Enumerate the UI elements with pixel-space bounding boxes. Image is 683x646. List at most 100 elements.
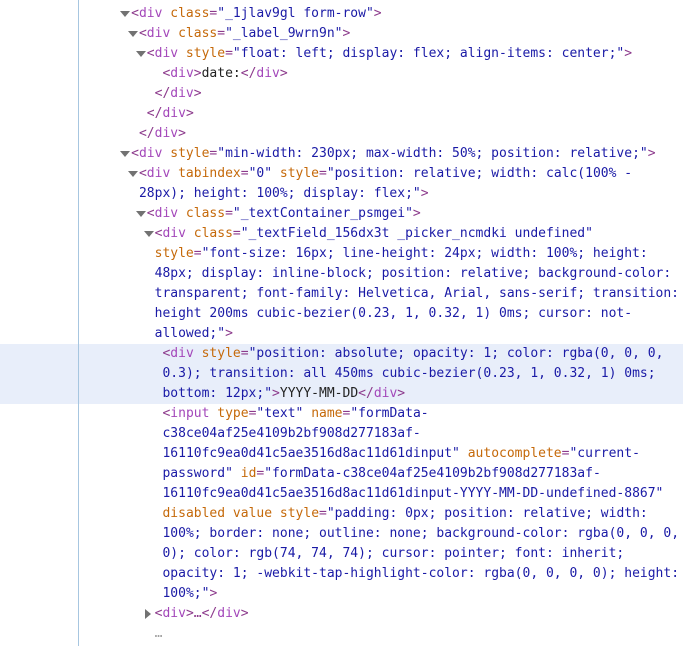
dom-node-row[interactable]: <div class="_1jlav9gl form-row"> — [0, 4, 683, 24]
chevron-down-icon[interactable] — [135, 209, 146, 219]
token-punct: = — [240, 166, 249, 181]
token-attr: tabindex — [170, 166, 241, 181]
token-punct: </ — [138, 126, 155, 141]
token-value: "min-width: 230px; max-width: 50%; posit… — [217, 146, 648, 161]
dom-node-markup: <input type="text" name="formData-c38ce0… — [162, 404, 681, 604]
dom-node-markup: </div> — [139, 124, 681, 144]
token-punct: > — [373, 6, 382, 21]
chevron-down-icon[interactable] — [127, 29, 138, 39]
token-attr: style — [178, 46, 226, 61]
token-punct: < — [131, 6, 139, 21]
token-punct: > — [397, 386, 406, 401]
token-punct: = — [225, 46, 233, 61]
dom-node-row[interactable]: … — [0, 624, 683, 644]
token-tag: div — [138, 6, 163, 21]
token-punct: > — [193, 66, 202, 81]
dom-node-row[interactable]: <div style="float: left; display: flex; … — [0, 44, 683, 64]
dom-node-row[interactable]: </div> — [0, 84, 683, 104]
token-tag: div — [154, 46, 179, 61]
token-tag: div — [146, 166, 171, 181]
token-tag: div — [170, 66, 194, 81]
dom-node-markup: <div class="_1jlav9gl form-row"> — [120, 4, 681, 24]
token-punct: </ — [146, 106, 163, 121]
token-punct: > — [272, 386, 280, 401]
token-punct: > — [225, 326, 233, 341]
token-punct: > — [185, 106, 194, 121]
dom-node-row[interactable]: <div tabindex="0" style="position: relat… — [0, 164, 683, 204]
token-tag: div — [162, 226, 186, 241]
token-text: YYYY-MM-DD — [279, 386, 359, 401]
dom-node-markup: </div> — [147, 104, 681, 124]
token-attr: style — [272, 506, 320, 521]
dom-node-markup: <div tabindex="0" style="position: relat… — [127, 164, 681, 204]
token-punct: < — [146, 206, 155, 221]
token-punct: = — [217, 26, 226, 41]
dom-node-row[interactable]: <div>date:</div> — [0, 64, 683, 84]
token-tag: div — [256, 66, 280, 81]
token-punct: > — [342, 26, 351, 41]
dom-node-row[interactable]: <div>…</div> — [0, 604, 683, 624]
token-value: "text" — [256, 406, 304, 421]
token-punct: > — [647, 146, 656, 161]
token-attr: class — [178, 206, 226, 221]
token-punct: > — [412, 206, 421, 221]
token-punct: </ — [358, 386, 374, 401]
token-tag: div — [373, 386, 398, 401]
token-value: "float: left; display: flex; align-items… — [232, 46, 625, 61]
token-punct: > — [209, 586, 218, 601]
token-text: date: — [201, 66, 241, 81]
chevron-down-icon[interactable] — [143, 229, 154, 239]
dom-node-row[interactable]: <div style="position: absolute; opacity:… — [0, 344, 683, 404]
dom-node-list: <div class="_1jlav9gl form-row"> <div cla… — [0, 0, 683, 644]
token-attr: type — [209, 406, 249, 421]
token-punct: > — [178, 126, 186, 141]
token-tag: div — [138, 146, 163, 161]
token-tag: div — [217, 606, 241, 621]
dom-node-markup: <div style="float: left; display: flex; … — [135, 44, 681, 64]
token-punct: < — [131, 146, 139, 161]
dom-node-markup: <div class="_textField_156dx3t _picker_n… — [143, 224, 681, 344]
token-attr: autocomplete — [459, 446, 562, 461]
chevron-down-icon[interactable] — [120, 9, 131, 19]
dom-node-row[interactable]: <div class="_textContainer_psmgei"> — [0, 204, 683, 224]
token-value: "_1jlav9gl form-row" — [217, 6, 374, 21]
token-attr: class — [162, 6, 210, 21]
token-punct: > — [193, 86, 202, 101]
chevron-down-icon[interactable] — [135, 49, 146, 59]
token-tag: div — [154, 126, 179, 141]
token-attr: class — [185, 226, 233, 241]
token-punct: = — [225, 206, 233, 221]
token-punct: = — [240, 346, 249, 361]
chevron-down-icon[interactable] — [120, 149, 131, 159]
token-attr: value — [225, 506, 273, 521]
chevron-right-icon[interactable] — [144, 609, 154, 619]
dom-node-row[interactable]: <div class="_textField_156dx3t _picker_n… — [0, 224, 683, 344]
token-punct: > — [420, 186, 429, 201]
dom-node-row[interactable]: <div class="_label_9wrn9n"> — [0, 24, 683, 44]
chevron-down-icon[interactable] — [127, 169, 138, 179]
token-punct: > — [624, 46, 633, 61]
token-punct: = — [193, 246, 202, 261]
token-value: "_textField_156dx3t _picker_ncmdki undef… — [240, 226, 593, 241]
token-punct: = — [319, 506, 327, 521]
token-punct: > — [279, 66, 288, 81]
devtools-dom-tree-panel[interactable]: <div class="_1jlav9gl form-row"> <div cla… — [0, 0, 683, 646]
dom-node-markup: <div>date:</div> — [162, 64, 681, 84]
dom-node-row[interactable]: </div> — [0, 104, 683, 124]
token-value: "_textContainer_psmgei" — [232, 206, 413, 221]
token-tag: input — [170, 406, 210, 421]
token-punct: </ — [201, 606, 218, 621]
dom-node-row[interactable]: </div> — [0, 124, 683, 144]
token-punct: > — [185, 606, 194, 621]
token-tag: div — [154, 206, 179, 221]
dom-node-markup: <div class="_label_9wrn9n"> — [127, 24, 681, 44]
token-tag: div — [162, 606, 186, 621]
dom-node-row[interactable]: <div style="min-width: 230px; max-width:… — [0, 144, 683, 164]
token-punct: </ — [240, 66, 257, 81]
dom-node-row[interactable]: <input type="text" name="formData-c38ce0… — [0, 404, 683, 604]
token-punct: </ — [154, 86, 171, 101]
dom-node-markup: </div> — [155, 84, 681, 104]
token-tag: div — [170, 346, 194, 361]
token-punct: = — [232, 226, 241, 241]
token-attr: id — [232, 466, 257, 481]
